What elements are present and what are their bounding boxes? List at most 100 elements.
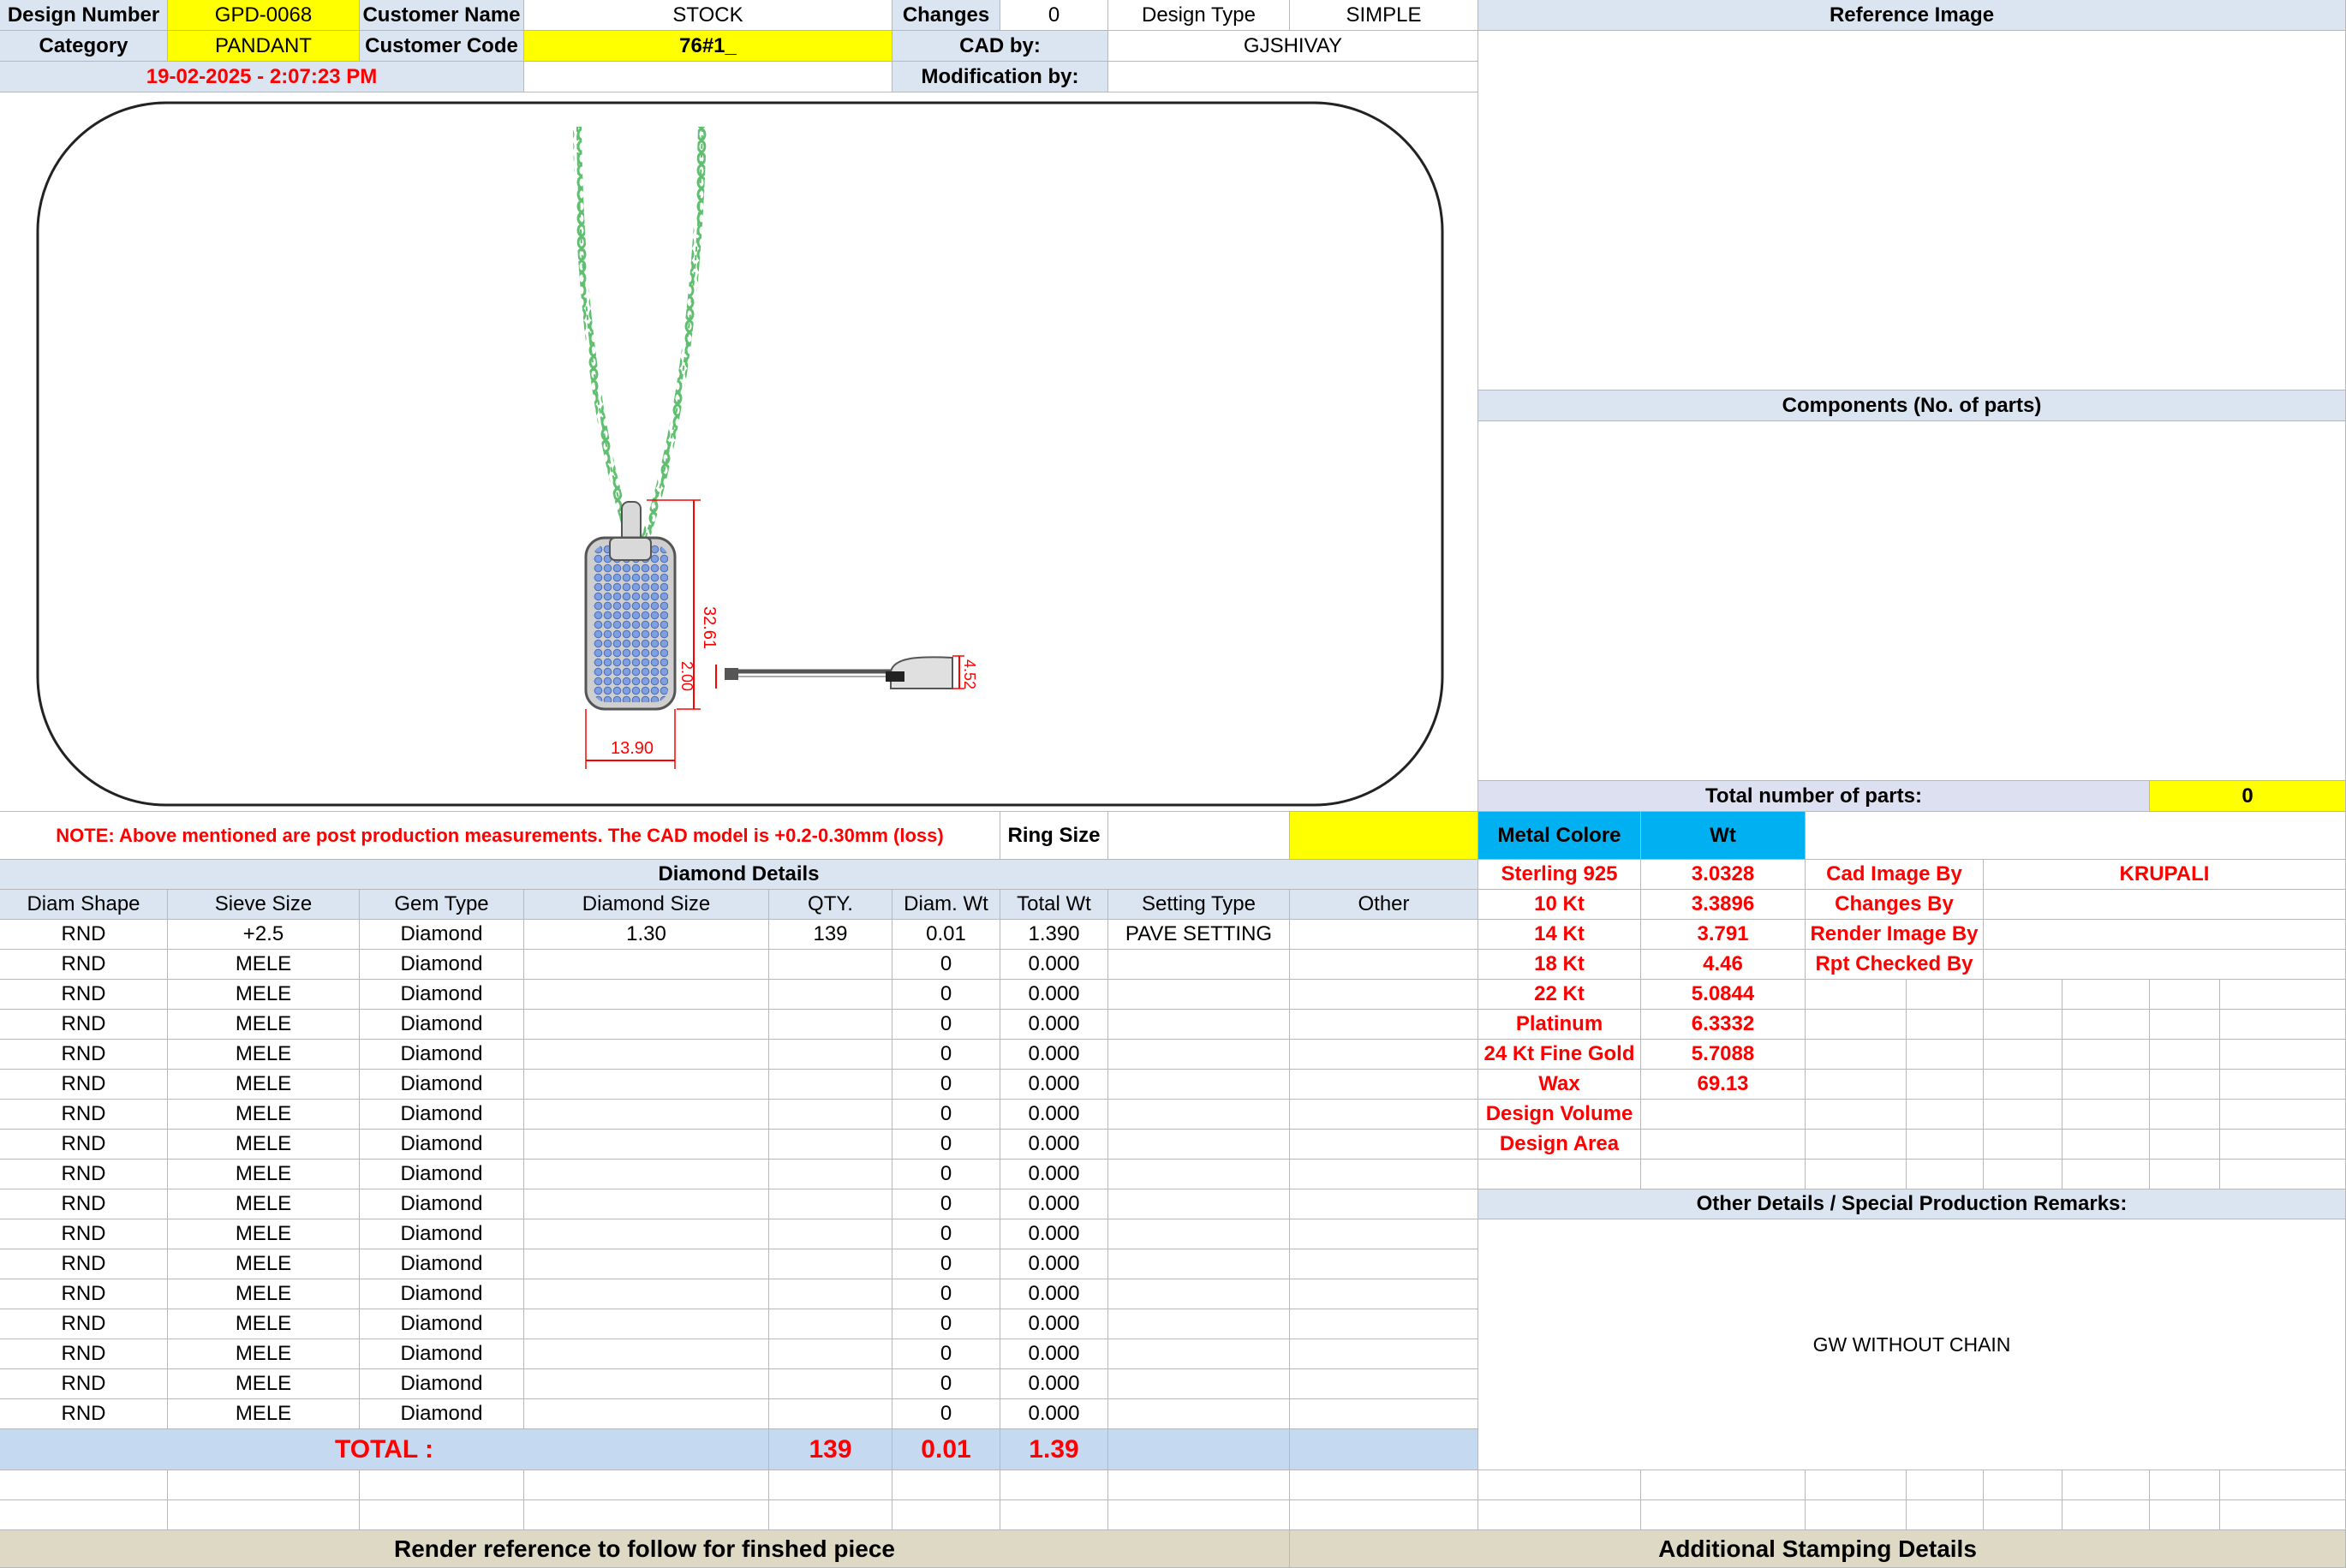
cell-total-wt[interactable]: 0.000 (1000, 1399, 1108, 1429)
cell-sieve-size[interactable]: MELE (168, 950, 360, 980)
blank-cell[interactable] (0, 1500, 168, 1530)
cell-gem-type[interactable]: Diamond (360, 1219, 524, 1249)
grid-cell[interactable] (2062, 1010, 2150, 1040)
cell-diam-wt[interactable]: 0 (892, 1130, 1000, 1160)
cell-diamond-size[interactable] (524, 1189, 769, 1219)
grid-cell[interactable] (2220, 1010, 2346, 1040)
blank-cell[interactable] (892, 1470, 1000, 1500)
cell-sieve-size[interactable]: MELE (168, 1219, 360, 1249)
cell-qty[interactable]: 139 (769, 920, 892, 950)
cell-diam-shape[interactable]: RND (0, 1339, 168, 1369)
cell-qty[interactable] (769, 1070, 892, 1100)
cell-other[interactable] (1290, 1070, 1478, 1100)
cell-setting-type[interactable] (1108, 1040, 1290, 1070)
cell-gem-type[interactable]: Diamond (360, 1010, 524, 1040)
cell-setting-type[interactable] (1108, 1100, 1290, 1130)
cell-diam-shape[interactable]: RND (0, 1249, 168, 1279)
cell-diam-shape[interactable]: RND (0, 1219, 168, 1249)
cell-sieve-size[interactable]: MELE (168, 1309, 360, 1339)
grid-cell[interactable] (1806, 1130, 1907, 1160)
cell-gem-type[interactable]: Diamond (360, 1399, 524, 1429)
grid-cell[interactable] (2220, 1040, 2346, 1070)
cell-sieve-size[interactable]: MELE (168, 1189, 360, 1219)
cell-diamond-size[interactable] (524, 1309, 769, 1339)
cell-setting-type[interactable] (1108, 1399, 1290, 1429)
changes-cell[interactable]: 0 (1000, 0, 1108, 31)
cell-diamond-size[interactable] (524, 1399, 769, 1429)
blank-cell[interactable] (168, 1500, 360, 1530)
cell-diamond-size[interactable] (524, 1040, 769, 1070)
cell-total-wt[interactable]: 0.000 (1000, 1040, 1108, 1070)
cell-diam-wt[interactable]: 0.01 (892, 920, 1000, 950)
cell-total-wt[interactable]: 0.000 (1000, 1279, 1108, 1309)
cell-qty[interactable] (769, 950, 892, 980)
cell-diam-shape[interactable]: RND (0, 1160, 168, 1189)
cell-gem-type[interactable]: Diamond (360, 1369, 524, 1399)
cell-diamond-size[interactable] (524, 980, 769, 1010)
cell-diam-shape[interactable]: RND (0, 950, 168, 980)
cell-total-wt[interactable]: 0.000 (1000, 980, 1108, 1010)
grid-cell[interactable] (2150, 1040, 2220, 1070)
blank-cell[interactable] (2062, 1470, 2150, 1500)
blank-cell[interactable] (1806, 1500, 1907, 1530)
changes-by-value[interactable] (1984, 890, 2346, 920)
cell-other[interactable] (1290, 1189, 1478, 1219)
cell-sieve-size[interactable]: MELE (168, 1100, 360, 1130)
cad-by-cell[interactable]: GJSHIVAY (1108, 31, 1478, 62)
grid-cell[interactable] (1907, 1010, 1984, 1040)
grid-cell[interactable] (1984, 1010, 2062, 1040)
cell-qty[interactable] (769, 1100, 892, 1130)
cell-diam-shape[interactable]: RND (0, 1189, 168, 1219)
cell-gem-type[interactable]: Diamond (360, 1279, 524, 1309)
cell-sieve-size[interactable]: MELE (168, 1339, 360, 1369)
cell-setting-type[interactable] (1108, 1130, 1290, 1160)
cell-qty[interactable] (769, 1399, 892, 1429)
metal-wt[interactable] (1641, 1100, 1806, 1130)
cell-sieve-size[interactable]: MELE (168, 1279, 360, 1309)
grid-cell[interactable] (2150, 1010, 2220, 1040)
cell-total-wt[interactable]: 0.000 (1000, 1130, 1108, 1160)
cell-diamond-size[interactable] (524, 1100, 769, 1130)
blank-cell[interactable] (1984, 1500, 2062, 1530)
grid-cell[interactable] (1984, 1100, 2062, 1130)
cell-diam-shape[interactable]: RND (0, 1369, 168, 1399)
cell-setting-type[interactable] (1108, 1189, 1290, 1219)
metal-wt[interactable]: 3.791 (1641, 920, 1806, 950)
cell-diam-shape[interactable]: RND (0, 1399, 168, 1429)
blank-cell[interactable] (1907, 1500, 1984, 1530)
grid-cell[interactable] (2062, 1070, 2150, 1100)
blank-cell[interactable] (2150, 1470, 2220, 1500)
cell-diamond-size[interactable]: 1.30 (524, 920, 769, 950)
cell-diamond-size[interactable] (524, 1279, 769, 1309)
blank-cell[interactable] (892, 1500, 1000, 1530)
cell-setting-type[interactable] (1108, 1010, 1290, 1040)
cell-setting-type[interactable] (1108, 1249, 1290, 1279)
cell-other[interactable] (1290, 1219, 1478, 1249)
cell-diam-wt[interactable]: 0 (892, 1279, 1000, 1309)
cell-diam-shape[interactable]: RND (0, 980, 168, 1010)
cell-gem-type[interactable]: Diamond (360, 1339, 524, 1369)
cell-total-wt[interactable]: 0.000 (1000, 1309, 1108, 1339)
grid-cell[interactable] (2220, 1160, 2346, 1189)
cell-other[interactable] (1290, 1339, 1478, 1369)
cell-sieve-size[interactable]: MELE (168, 1160, 360, 1189)
cell-other[interactable] (1290, 1010, 1478, 1040)
cell-other[interactable] (1290, 1309, 1478, 1339)
cell-gem-type[interactable]: Diamond (360, 1040, 524, 1070)
cell-gem-type[interactable]: Diamond (360, 1100, 524, 1130)
cell-qty[interactable] (769, 1160, 892, 1189)
grid-cell[interactable] (1806, 1100, 1907, 1130)
cell-qty[interactable] (769, 1189, 892, 1219)
cell-sieve-size[interactable]: MELE (168, 1399, 360, 1429)
rpt-checked-by-value[interactable] (1984, 950, 2346, 980)
remarks-text[interactable]: GW WITHOUT CHAIN (1478, 1219, 2346, 1470)
cell-diam-wt[interactable]: 0 (892, 1010, 1000, 1040)
metal-wt[interactable]: 3.0328 (1641, 860, 1806, 890)
grid-cell[interactable] (2062, 1160, 2150, 1189)
cell-gem-type[interactable]: Diamond (360, 1309, 524, 1339)
total-parts-value[interactable]: 0 (2150, 781, 2346, 812)
grid-cell[interactable] (2220, 1100, 2346, 1130)
cell-qty[interactable] (769, 1219, 892, 1249)
grid-cell[interactable] (1907, 1160, 1984, 1189)
metal-wt[interactable]: 5.7088 (1641, 1040, 1806, 1070)
